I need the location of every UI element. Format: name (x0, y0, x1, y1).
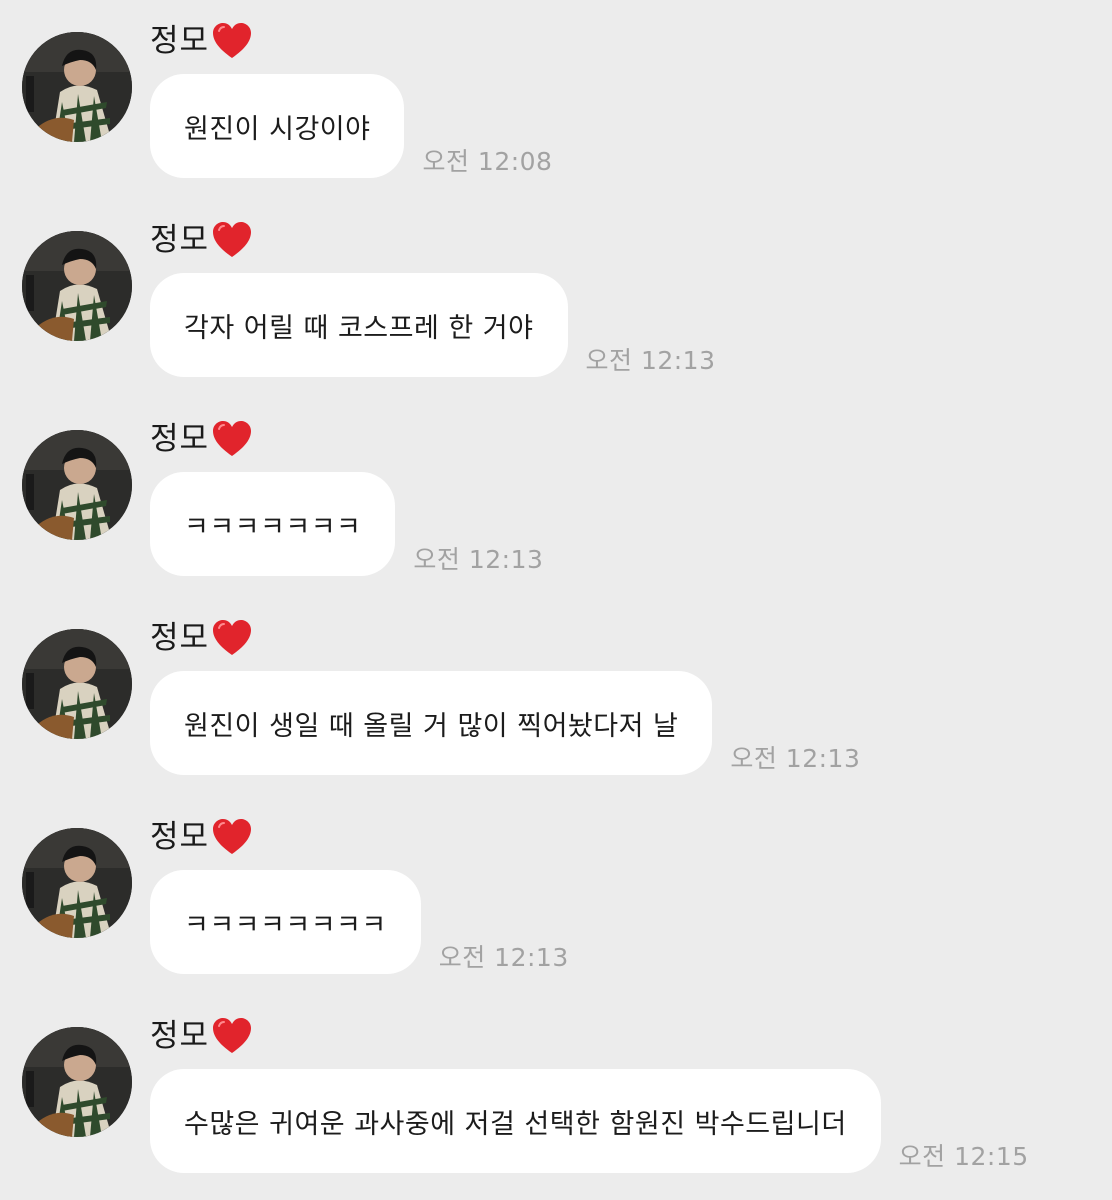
profile-photo-icon (22, 828, 132, 938)
profile-photo-icon (22, 32, 132, 142)
message-bubble[interactable]: 원진이 시강이야 (150, 74, 405, 178)
heart-icon (211, 1016, 253, 1056)
message-timestamp: 오전 12:13 (730, 744, 861, 773)
sender-name: 정모 (150, 1017, 210, 1054)
message-item: 정모 ㅋㅋㅋㅋㅋㅋㅋ 오전 12:13 (0, 398, 1112, 588)
message-item: 정모 원진이 시강이야 오전 12:08 (0, 0, 1112, 190)
message-bubble[interactable]: 수많은 귀여운 과사중에 저걸 선택한 함원진 박수드립니더 (150, 1069, 881, 1173)
message-bubble[interactable]: ㅋㅋㅋㅋㅋㅋㅋㅋ (150, 870, 421, 974)
avatar[interactable] (22, 828, 132, 938)
message-timestamp: 오전 12:13 (413, 545, 544, 574)
avatar[interactable] (22, 32, 132, 142)
sender-name: 정모 (150, 22, 210, 59)
sender-name: 정모 (150, 420, 210, 457)
avatar[interactable] (22, 1027, 132, 1137)
message-bubble[interactable]: ㅋㅋㅋㅋㅋㅋㅋ (150, 472, 396, 576)
message-bubble[interactable]: 각자 어릴 때 코스프레 한 거야 (150, 273, 568, 377)
heart-icon (211, 21, 253, 61)
message-bubble[interactable]: 원진이 생일 때 올릴 거 많이 찍어놨다저 날 (150, 671, 713, 775)
heart-icon (211, 419, 253, 459)
sender-name: 정모 (150, 818, 210, 855)
message-timestamp: 오전 12:13 (585, 346, 716, 375)
heart-icon (211, 618, 253, 658)
avatar[interactable] (22, 430, 132, 540)
heart-icon (211, 220, 253, 260)
profile-photo-icon (22, 430, 132, 540)
chat-thread: 정모 원진이 시강이야 오전 12:08 정모 각자 어릴 때 코스프레 한 거… (0, 0, 1112, 1200)
sender-name: 정모 (150, 619, 210, 656)
message-item: 정모 ㅋㅋㅋㅋㅋㅋㅋㅋ 오전 12:13 (0, 796, 1112, 986)
message-timestamp: 오전 12:13 (438, 943, 569, 972)
profile-photo-icon (22, 629, 132, 739)
message-timestamp: 오전 12:08 (422, 147, 553, 176)
heart-icon (211, 817, 253, 857)
message-timestamp: 오전 12:15 (898, 1142, 1029, 1171)
sender-name: 정모 (150, 221, 210, 258)
avatar[interactable] (22, 231, 132, 341)
message-item: 정모 원진이 생일 때 올릴 거 많이 찍어놨다저 날 오전 12:13 (0, 597, 1112, 787)
message-item: 정모 수많은 귀여운 과사중에 저걸 선택한 함원진 박수드립니더 오전 12:… (0, 995, 1112, 1185)
profile-photo-icon (22, 1027, 132, 1137)
avatar[interactable] (22, 629, 132, 739)
message-item: 정모 각자 어릴 때 코스프레 한 거야 오전 12:13 (0, 199, 1112, 389)
profile-photo-icon (22, 231, 132, 341)
